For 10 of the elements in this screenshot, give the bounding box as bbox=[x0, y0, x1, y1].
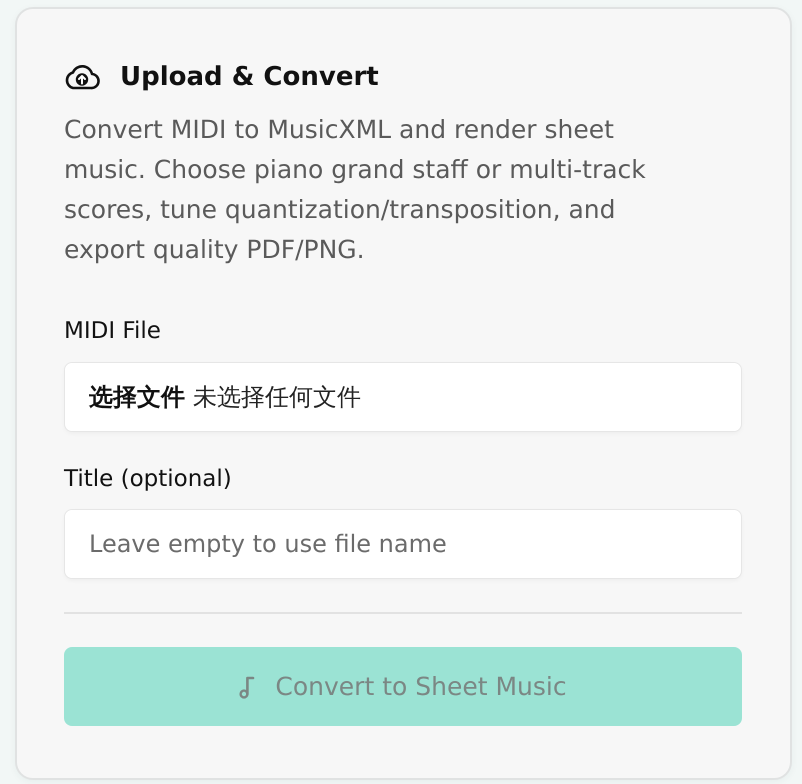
file-status-text: 未选择任何文件 bbox=[193, 382, 361, 413]
card-description: Convert MIDI to MusicXML and render sheet music. Choose piano grand staff or multi-track scores, tune quantization/transposition, and export quality PDF/PNG. bbox=[64, 114, 647, 266]
field-label: Title (optional) bbox=[64, 465, 232, 493]
music-note-icon bbox=[239, 674, 256, 698]
title-input[interactable]: Leave empty to use file name bbox=[64, 509, 742, 579]
field-label: MIDI File bbox=[64, 317, 161, 345]
cloud-upload-icon bbox=[64, 62, 100, 92]
file-input-field[interactable]: 选择文件 未选择任何文件 bbox=[64, 362, 742, 432]
choose-file-button[interactable]: 选择文件 bbox=[89, 381, 185, 413]
card-title: Upload & Convert bbox=[120, 61, 379, 94]
